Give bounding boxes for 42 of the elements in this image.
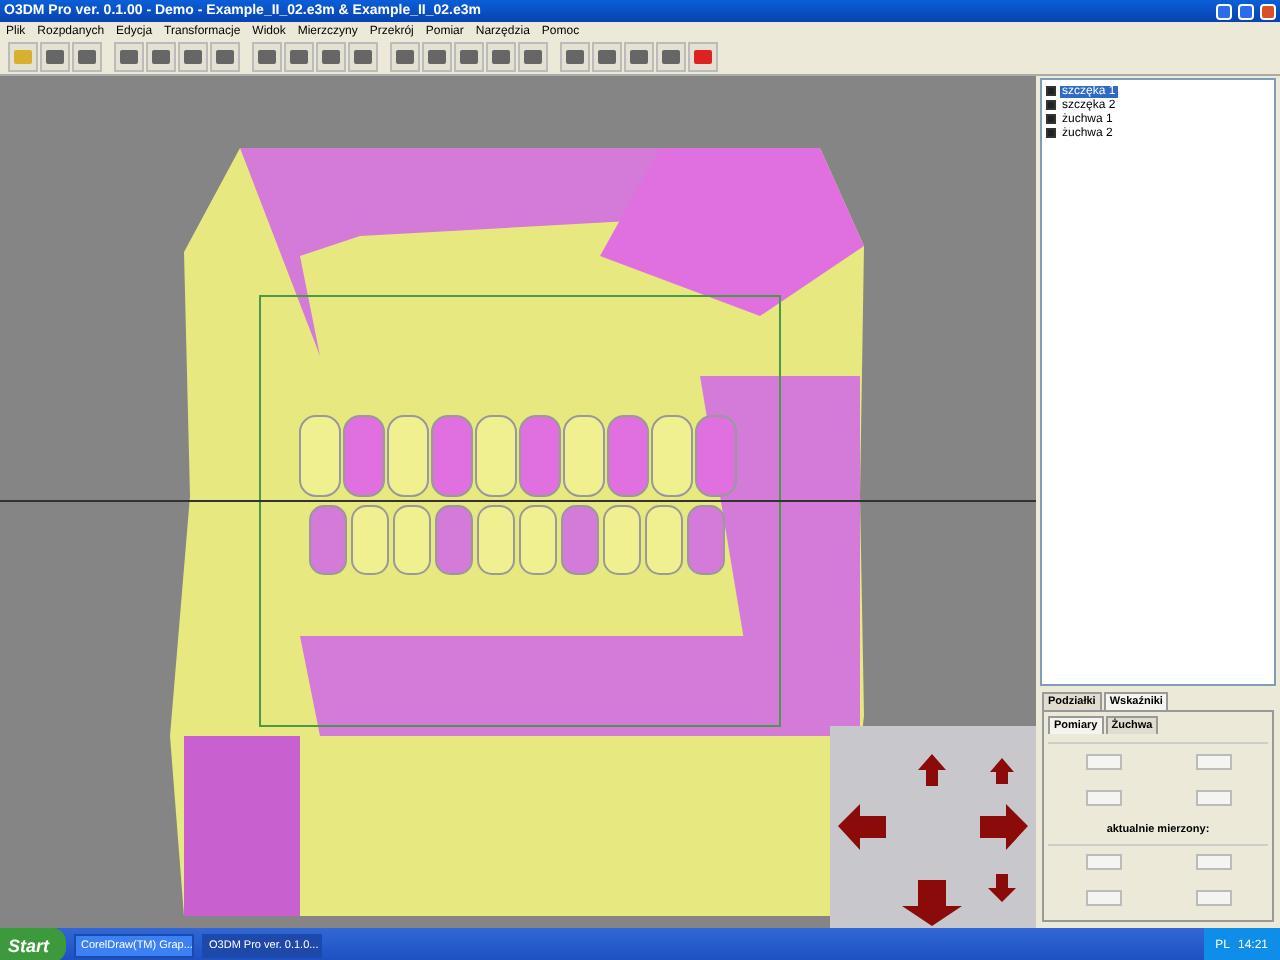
number-field[interactable]: [1085, 854, 1121, 871]
toolbar-button[interactable]: [114, 42, 144, 72]
arrow-down-icon[interactable]: [988, 874, 1016, 902]
start-button[interactable]: Start: [0, 928, 66, 960]
toolbar-button[interactable]: [284, 42, 314, 72]
arrow-up-icon[interactable]: [990, 758, 1014, 784]
toolbar-button[interactable]: [316, 42, 346, 72]
checkbox[interactable]: [1046, 86, 1056, 96]
toolbar-button[interactable]: [252, 42, 282, 72]
toolbar-button[interactable]: [146, 42, 176, 72]
arrow-down-icon[interactable]: [902, 880, 962, 926]
arrow-left-icon[interactable]: [838, 804, 886, 850]
arrow-right-icon[interactable]: [980, 804, 1028, 850]
toolbar-button[interactable]: [560, 42, 590, 72]
checkbox[interactable]: [1046, 128, 1056, 138]
toolbar-button[interactable]: [624, 42, 654, 72]
toolbar-button[interactable]: [40, 42, 70, 72]
number-field[interactable]: [1195, 753, 1231, 770]
number-field[interactable]: [1195, 890, 1231, 907]
toolbar-button[interactable]: [348, 42, 378, 72]
maximize-button[interactable]: [1238, 3, 1254, 19]
arrow-up-icon[interactable]: [918, 754, 946, 786]
checkbox[interactable]: [1046, 114, 1056, 124]
toolbar-button[interactable]: [422, 42, 452, 72]
toolbar-button[interactable]: [518, 42, 548, 72]
toolbar-button[interactable]: [210, 42, 240, 72]
checkbox[interactable]: [1046, 100, 1056, 110]
number-field[interactable]: [1085, 890, 1121, 907]
close-button[interactable]: [1260, 3, 1276, 19]
minimize-button[interactable]: [1216, 3, 1232, 19]
toolbar-button[interactable]: [486, 42, 516, 72]
number-field[interactable]: [1195, 854, 1231, 871]
toolbar-button[interactable]: [454, 42, 484, 72]
number-field[interactable]: [1195, 789, 1231, 806]
toolbar-button[interactable]: [592, 42, 622, 72]
toolbar-button[interactable]: [178, 42, 208, 72]
number-field[interactable]: [1085, 753, 1121, 770]
toolbar-button[interactable]: [656, 42, 686, 72]
toolbar-button[interactable]: [72, 42, 102, 72]
number-field[interactable]: [1085, 789, 1121, 806]
toolbar-button[interactable]: [390, 42, 420, 72]
toolbar-button[interactable]: [688, 42, 718, 72]
